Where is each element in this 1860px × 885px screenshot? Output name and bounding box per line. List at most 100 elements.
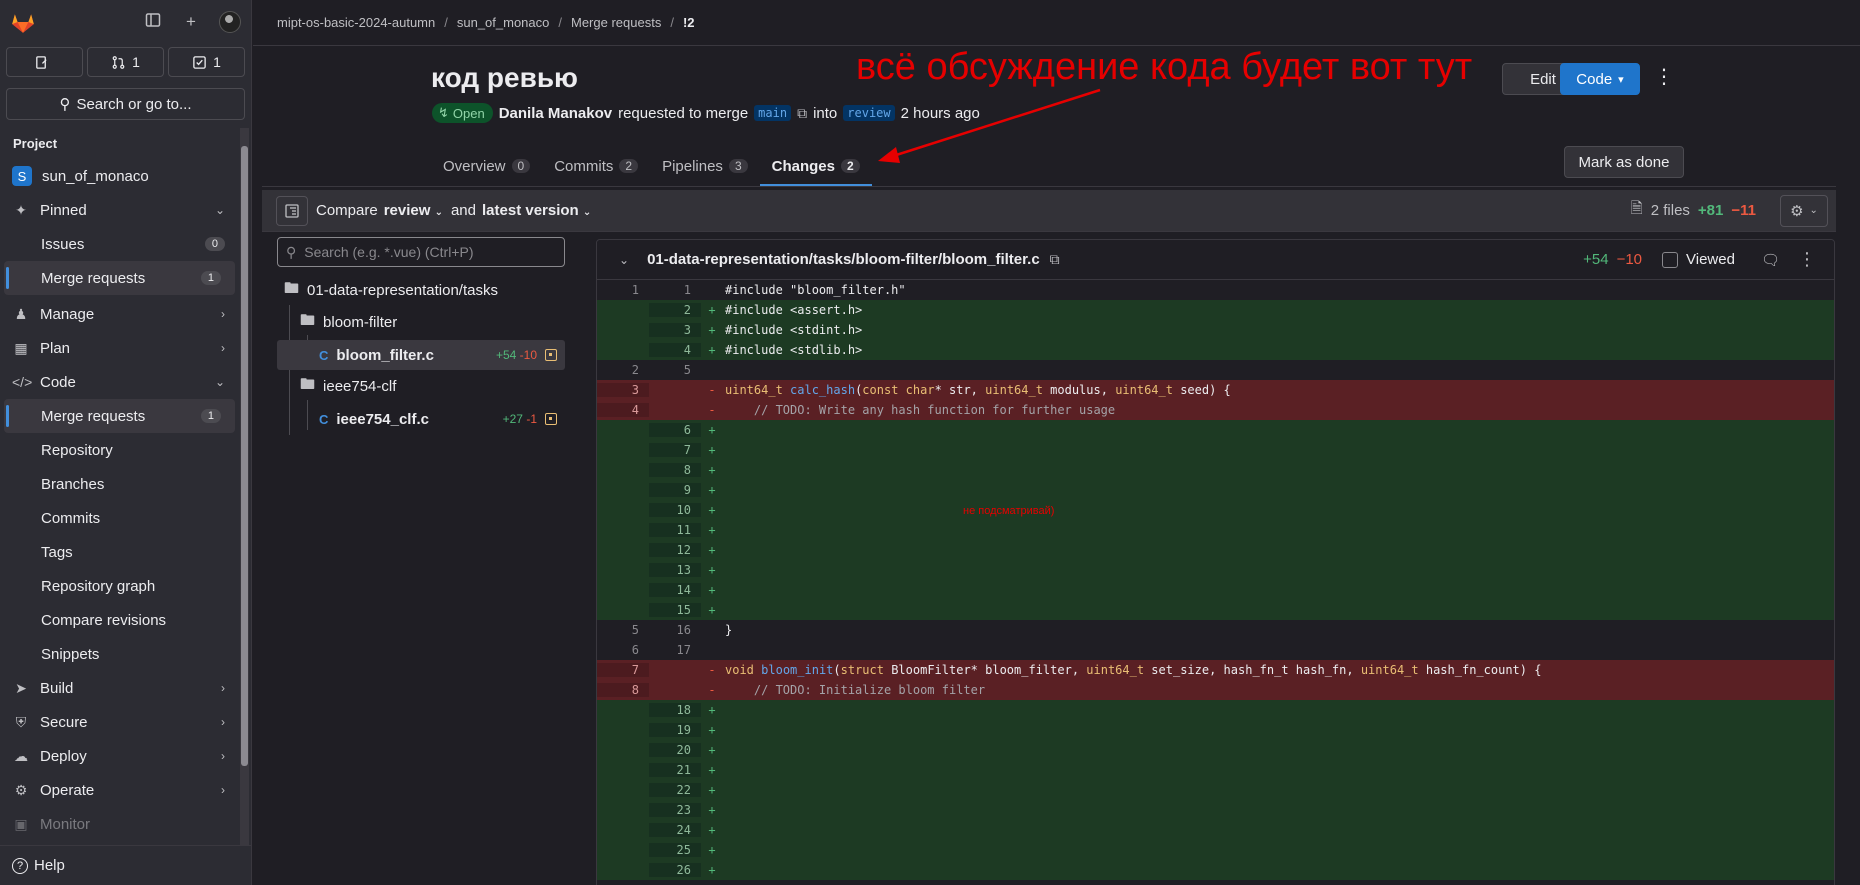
sidebar-item-deploy[interactable]: ☁ Deploy › bbox=[0, 739, 239, 773]
comment-icon[interactable]: 🗨 bbox=[1761, 251, 1780, 269]
diff-line[interactable]: 11 + bbox=[597, 520, 1834, 540]
new-line-number[interactable]: 9 bbox=[649, 483, 701, 497]
todos-count-button[interactable]: 1 bbox=[168, 47, 245, 77]
diff-line[interactable]: 8 - // TODO: Initialize bloom filter bbox=[597, 680, 1834, 700]
diff-line[interactable]: 4 - // TODO: Write any hash function for … bbox=[597, 400, 1834, 420]
sidebar-item-commits[interactable]: Commits bbox=[0, 501, 239, 535]
breadcrumb-group[interactable]: mipt-os-basic-2024-autumn bbox=[277, 15, 435, 30]
sidebar-item-operate[interactable]: ⚙ Operate › bbox=[0, 773, 239, 807]
sidebar-item-tags[interactable]: Tags bbox=[0, 535, 239, 569]
tree-folder-bloom-filter[interactable]: 🖿 bloom-filter bbox=[300, 307, 397, 337]
diff-line[interactable]: 22 + bbox=[597, 780, 1834, 800]
diff-line[interactable]: 13 + bbox=[597, 560, 1834, 580]
sidebar-item-plan[interactable]: ▦ Plan › bbox=[0, 331, 239, 365]
tab-pipelines[interactable]: Pipelines 3 bbox=[650, 146, 760, 186]
avatar[interactable] bbox=[219, 11, 241, 33]
sidebar-item-project[interactable]: S sun_of_monaco bbox=[0, 159, 239, 193]
tab-overview[interactable]: Overview 0 bbox=[431, 146, 542, 186]
chevron-down-icon[interactable]: ⌄ bbox=[619, 253, 629, 267]
diff-line[interactable]: 21 + bbox=[597, 760, 1834, 780]
tree-file-ieee754[interactable]: C ieee754_clf.c +27 -1 bbox=[277, 404, 565, 434]
new-line-number[interactable]: 11 bbox=[649, 523, 701, 537]
old-line-number[interactable]: 7 bbox=[597, 663, 649, 677]
copy-icon[interactable]: ⧉ bbox=[797, 105, 807, 122]
sidebar-item-manage[interactable]: ♟ Manage › bbox=[0, 297, 239, 331]
breadcrumb-merge-requests[interactable]: Merge requests bbox=[571, 15, 661, 30]
new-line-number[interactable]: 18 bbox=[649, 703, 701, 717]
diff-line[interactable]: 23 + bbox=[597, 800, 1834, 820]
new-line-number[interactable]: 21 bbox=[649, 763, 701, 777]
new-line-number[interactable]: 2 bbox=[649, 303, 701, 317]
diff-line[interactable]: 12 + bbox=[597, 540, 1834, 560]
sidebar-item-compare-revisions[interactable]: Compare revisions bbox=[0, 603, 239, 637]
diff-line[interactable]: 1 1 #include "bloom_filter.h" bbox=[597, 280, 1834, 300]
file-tree-search-input[interactable]: ⚲ Search (e.g. *.vue) (Ctrl+P) bbox=[277, 237, 565, 267]
checkbox[interactable] bbox=[1662, 251, 1679, 268]
plus-icon[interactable]: + bbox=[181, 12, 201, 32]
new-line-number[interactable]: 12 bbox=[649, 543, 701, 557]
issues-count-button[interactable] bbox=[6, 47, 83, 77]
sidebar-scrollbar[interactable] bbox=[240, 128, 249, 845]
search-button[interactable]: ⚲ Search or go to... bbox=[6, 88, 245, 120]
diff-line[interactable]: 3 + #include <stdint.h> bbox=[597, 320, 1834, 340]
merge-requests-count-button[interactable]: 1 bbox=[87, 47, 164, 77]
old-line-number[interactable]: 8 bbox=[597, 683, 649, 697]
tree-file-bloom-filter[interactable]: C bloom_filter.c +54 -10 bbox=[277, 340, 565, 370]
diff-line[interactable]: 8 + bbox=[597, 460, 1834, 480]
mark-as-done-button[interactable]: Mark as done bbox=[1564, 146, 1684, 178]
new-line-number[interactable]: 8 bbox=[649, 463, 701, 477]
author-name[interactable]: Danila Manakov bbox=[499, 105, 612, 122]
old-line-number[interactable]: 2 bbox=[597, 363, 649, 377]
compare-head-dropdown[interactable]: latest version ⌄ bbox=[482, 202, 591, 219]
breadcrumb-current[interactable]: !2 bbox=[683, 15, 695, 30]
sidebar-item-issues[interactable]: Issues 0 bbox=[0, 227, 239, 261]
diff-line[interactable]: 6 + bbox=[597, 420, 1834, 440]
old-line-number[interactable]: 3 bbox=[597, 383, 649, 397]
diff-line[interactable]: 4 + #include <stdlib.h> bbox=[597, 340, 1834, 360]
new-line-number[interactable]: 7 bbox=[649, 443, 701, 457]
new-line-number[interactable]: 22 bbox=[649, 783, 701, 797]
diff-line[interactable]: 3 - uint64_t calc_hash(const char* str, ui… bbox=[597, 380, 1834, 400]
sidebar-item-merge-requests[interactable]: Merge requests 1 bbox=[4, 399, 235, 433]
new-line-number[interactable]: 23 bbox=[649, 803, 701, 817]
old-line-number[interactable]: 6 bbox=[597, 643, 649, 657]
diff-line[interactable]: 20 + bbox=[597, 740, 1834, 760]
new-line-number[interactable]: 10 bbox=[649, 503, 701, 517]
old-line-number[interactable]: 4 bbox=[597, 403, 649, 417]
diff-line[interactable]: 5 16} bbox=[597, 620, 1834, 640]
sidebar-item-branches[interactable]: Branches bbox=[0, 467, 239, 501]
help-button[interactable]: ? Help bbox=[0, 845, 251, 885]
new-line-number[interactable]: 5 bbox=[649, 363, 701, 377]
file-tree-toggle-icon[interactable] bbox=[276, 195, 308, 226]
new-line-number[interactable]: 6 bbox=[649, 423, 701, 437]
diff-line[interactable]: 14 + bbox=[597, 580, 1834, 600]
tab-commits[interactable]: Commits 2 bbox=[542, 146, 650, 186]
diff-line[interactable]: 25 + bbox=[597, 840, 1834, 860]
new-line-number[interactable]: 3 bbox=[649, 323, 701, 337]
diff-line[interactable]: 2 + #include <assert.h> bbox=[597, 300, 1834, 320]
diff-line[interactable]: 9 + bbox=[597, 480, 1834, 500]
diff-line[interactable]: 7 + bbox=[597, 440, 1834, 460]
diff-line[interactable]: 6 17 bbox=[597, 640, 1834, 660]
sidebar-item-code[interactable]: </> Code ⌄ bbox=[0, 365, 239, 399]
sidebar-item-merge-requests-pinned[interactable]: Merge requests 1 bbox=[4, 261, 235, 295]
diff-line[interactable]: 7 - void bloom_init(struct BloomFilter* bl… bbox=[597, 660, 1834, 680]
diff-settings-button[interactable]: ⚙ ⌄ bbox=[1780, 194, 1828, 227]
new-line-number[interactable]: 16 bbox=[649, 623, 701, 637]
diff-line[interactable]: 15 + bbox=[597, 600, 1834, 620]
diff-file-path[interactable]: 01-data-representation/tasks/bloom-filte… bbox=[647, 251, 1040, 268]
new-line-number[interactable]: 19 bbox=[649, 723, 701, 737]
new-line-number[interactable]: 4 bbox=[649, 343, 701, 357]
sidebar-scrollbar-thumb[interactable] bbox=[241, 146, 248, 766]
diff-line[interactable]: 19 + bbox=[597, 720, 1834, 740]
sidebar-item-secure[interactable]: ⛨ Secure › bbox=[0, 705, 239, 739]
new-line-number[interactable]: 25 bbox=[649, 843, 701, 857]
sidebar-item-pinned[interactable]: ✦ Pinned ⌄ bbox=[0, 193, 239, 227]
tab-changes[interactable]: Changes 2 bbox=[759, 146, 872, 186]
sidebar-item-monitor[interactable]: ▣ Monitor bbox=[0, 807, 239, 841]
more-actions-icon[interactable]: ⋮ bbox=[1652, 64, 1676, 94]
sidebar-item-snippets[interactable]: Snippets bbox=[0, 637, 239, 671]
gitlab-logo-icon[interactable] bbox=[10, 9, 36, 35]
new-line-number[interactable]: 20 bbox=[649, 743, 701, 757]
diff-line[interactable]: 18 + bbox=[597, 700, 1834, 720]
